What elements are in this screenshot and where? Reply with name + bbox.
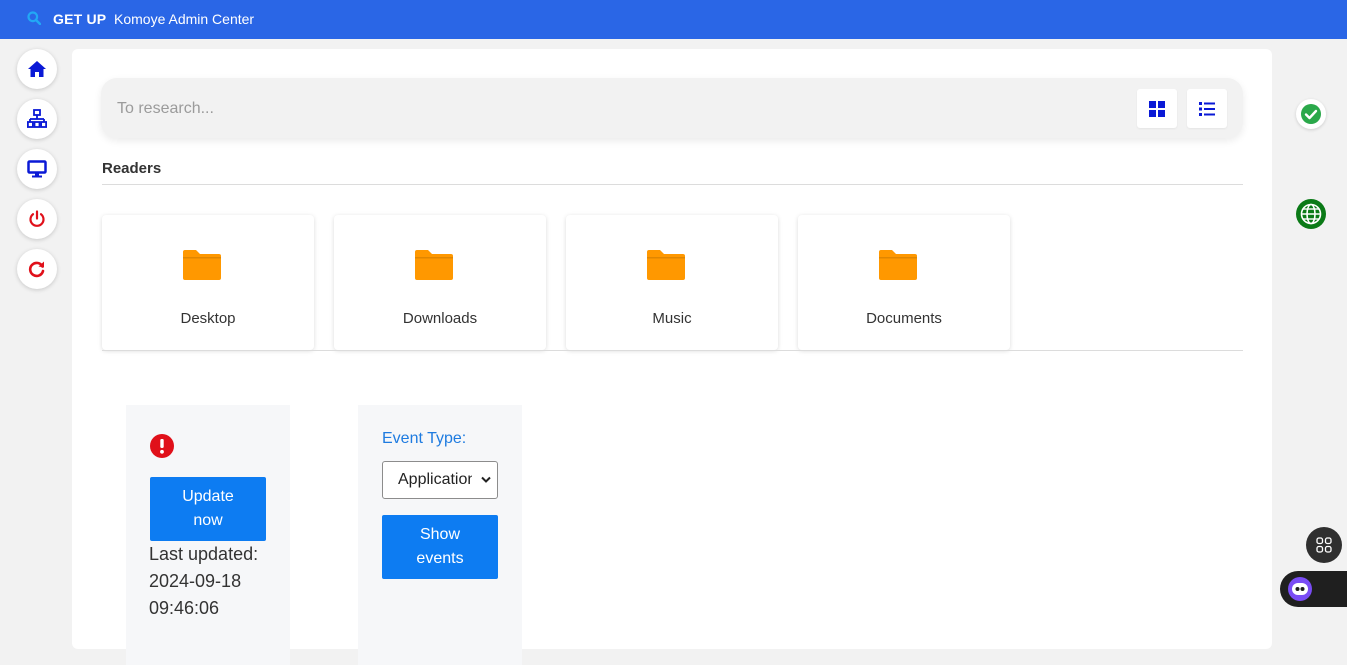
network-icon (27, 109, 47, 128)
power-icon (29, 210, 45, 227)
search-icon[interactable] (27, 11, 41, 25)
list-view-icon (1199, 101, 1215, 116)
assistant-bot-icon (1288, 577, 1312, 601)
show-events-line1: Show (419, 526, 460, 543)
show-events-label: Show events (416, 523, 463, 571)
last-updated-text: Last updated: 2024-09-18 09:46:06 (149, 541, 289, 622)
top-bar: GET UP Komoye Admin Center (0, 0, 1347, 39)
folder-label: Documents (866, 310, 942, 327)
folder-card-documents[interactable]: Documents (798, 215, 1010, 350)
home-button[interactable] (17, 49, 57, 89)
divider (102, 350, 1243, 351)
power-button[interactable] (17, 199, 57, 239)
update-card: Update now Last updated: 2024-09-18 09:4… (126, 405, 290, 665)
refresh-icon (28, 261, 45, 278)
list-view-button[interactable] (1187, 89, 1227, 128)
divider (102, 184, 1243, 185)
network-button[interactable] (17, 99, 57, 139)
folder-icon (183, 250, 221, 280)
app-subtitle: Komoye Admin Center (114, 11, 255, 27)
folder-label: Desktop (180, 310, 236, 327)
last-updated-date: 2024-09-18 (149, 571, 242, 591)
grid-view-button[interactable] (1137, 89, 1177, 128)
event-type-label: Event Type: (382, 430, 467, 447)
folder-card-desktop[interactable]: Desktop (102, 215, 314, 350)
folder-label: Downloads (402, 310, 478, 327)
bot-face-icon (1292, 583, 1308, 595)
last-updated-label: Last updated: (149, 544, 259, 564)
status-check-button[interactable] (1296, 99, 1326, 129)
folder-card-music[interactable]: Music (566, 215, 778, 350)
alert-icon (150, 434, 174, 458)
globe-icon[interactable] (1295, 198, 1327, 230)
readers-heading: Readers (102, 160, 162, 177)
update-button-label: Update now (182, 485, 234, 533)
folder-icon (647, 250, 685, 280)
events-card: Event Type: Application Show events (358, 405, 522, 665)
last-updated-time: 09:46:06 (149, 598, 220, 618)
main-panel: Readers Desktop Downloads Music Document… (72, 49, 1272, 665)
check-circle-icon (1301, 104, 1321, 124)
home-icon (28, 61, 46, 77)
event-type-value: Application (398, 471, 472, 488)
show-events-button[interactable]: Show events (382, 515, 498, 579)
update-button-line1: Update (182, 488, 234, 505)
chevron-down-icon (481, 476, 491, 483)
search-bar (101, 78, 1243, 138)
update-now-button[interactable]: Update now (150, 477, 266, 541)
folder-icon (879, 250, 917, 280)
apps-grid-button[interactable] (1306, 527, 1342, 563)
show-events-line2: events (416, 550, 464, 567)
event-type-select[interactable]: Application (382, 461, 498, 499)
update-button-line2: now (193, 512, 223, 529)
monitor-icon (27, 160, 47, 178)
folder-card-downloads[interactable]: Downloads (334, 215, 546, 350)
folder-label: Music (652, 310, 692, 327)
apps-grid-icon (1316, 537, 1332, 553)
monitor-button[interactable] (17, 149, 57, 189)
grid-view-icon (1149, 100, 1165, 117)
search-input[interactable] (115, 95, 1019, 123)
refresh-button[interactable] (17, 249, 57, 289)
assistant-tab[interactable] (1280, 571, 1347, 607)
folder-icon (415, 250, 453, 280)
brand-name: GET UP (53, 11, 107, 27)
